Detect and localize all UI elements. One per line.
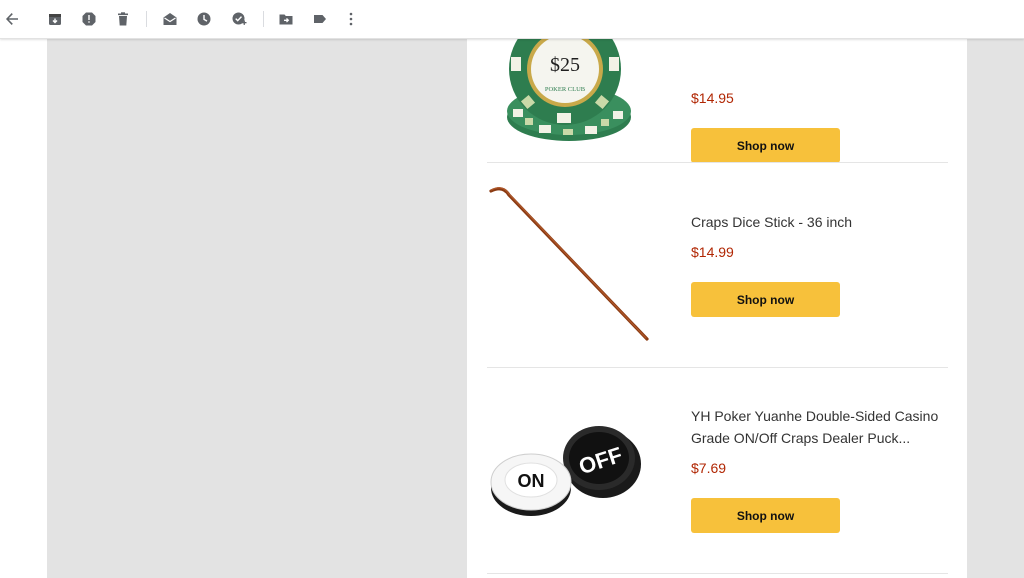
product-price: $14.99 <box>691 244 734 260</box>
add-to-tasks-icon[interactable] <box>230 10 248 28</box>
product-card: OFF ON YH Poker Yuanhe Double-Sided Casi… <box>487 368 947 573</box>
poker-chip-image[interactable]: POKER CLUB $25 POKER CLUB <box>499 39 639 149</box>
shop-now-button[interactable]: Shop now <box>691 128 840 163</box>
chip-club-text: POKER CLUB <box>545 86 586 93</box>
puck-on-text: ON <box>518 471 545 491</box>
move-to-icon[interactable] <box>277 10 295 28</box>
toolbar-separator <box>263 11 264 27</box>
product-price: $14.95 <box>691 90 734 106</box>
toolbar-separator <box>146 11 147 27</box>
shop-now-button[interactable]: Shop now <box>691 498 840 533</box>
on-off-puck-image[interactable]: OFF ON <box>489 418 649 523</box>
product-title[interactable]: YH Poker Yuanhe Double-Sided Casino Grad… <box>691 405 951 449</box>
email-background <box>47 39 467 578</box>
delete-icon[interactable] <box>114 10 132 28</box>
snooze-icon[interactable] <box>195 10 213 28</box>
shop-now-button[interactable]: Shop now <box>691 282 840 317</box>
craps-stick-image[interactable] <box>489 183 651 343</box>
product-divider <box>487 573 948 574</box>
product-title[interactable]: Craps Dice Stick - 36 inch <box>691 211 951 233</box>
mark-unread-icon[interactable] <box>161 10 179 28</box>
email-toolbar <box>0 0 1024 39</box>
more-options-icon[interactable] <box>342 10 360 28</box>
report-spam-icon[interactable] <box>80 10 98 28</box>
product-card: Craps Dice Stick - 36 inch $14.99 Shop n… <box>487 163 947 367</box>
product-card: POKER CLUB $25 POKER CLUB $14.95 Shop no… <box>487 39 947 163</box>
chip-value-text: $25 <box>550 54 580 76</box>
label-icon[interactable] <box>311 10 329 28</box>
page-margin-left <box>0 39 47 578</box>
email-background-right <box>967 39 1024 578</box>
email-content: POKER CLUB $25 POKER CLUB $14.95 Shop no… <box>467 39 967 578</box>
archive-icon[interactable] <box>46 10 64 28</box>
product-price: $7.69 <box>691 460 727 476</box>
back-arrow-icon[interactable] <box>3 10 21 28</box>
